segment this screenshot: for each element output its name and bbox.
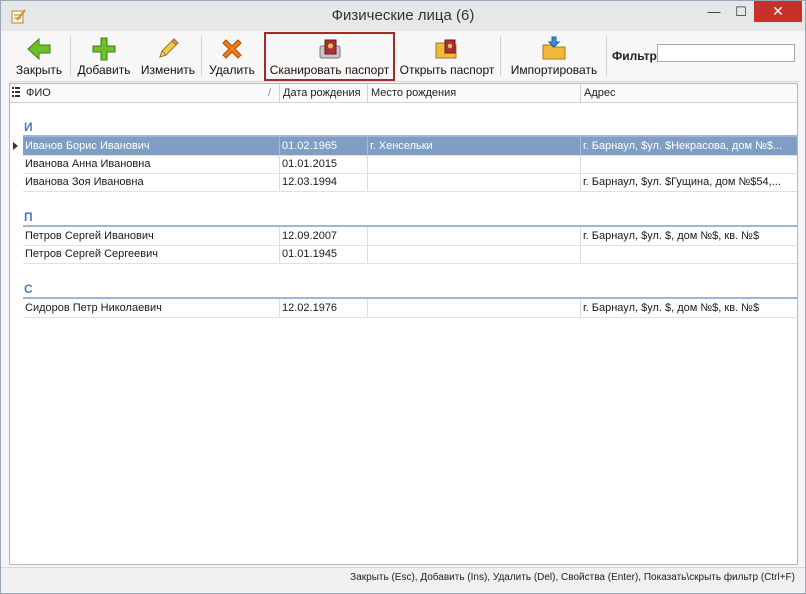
cell-birth-date[interactable]: 01.01.2015	[280, 155, 368, 173]
current-row-indicator-icon	[13, 142, 18, 150]
folder-passport-icon	[435, 39, 457, 59]
toolbar-separator	[500, 36, 501, 76]
title-bar: Физические лица (6) — ☐ ✕	[1, 1, 805, 31]
add-button[interactable]: Добавить	[73, 32, 135, 80]
cell-address[interactable]	[581, 155, 797, 173]
table-row[interactable]: Иванова Анна Ивановна 01.01.2015	[23, 155, 797, 174]
edit-button[interactable]: Изменить	[137, 32, 199, 80]
import-button-label: Импортировать	[510, 63, 598, 77]
column-header-birth-place[interactable]: Место рождения	[368, 84, 581, 102]
sort-indicator-icon: /	[267, 87, 271, 99]
close-button-label: Закрыть	[15, 63, 63, 77]
cell-address[interactable]: г. Барнаул, $ул. $, дом №$, кв. №$	[581, 227, 797, 245]
table-row[interactable]: Петров Сергей Иванович 12.09.2007 г. Барна…	[23, 227, 797, 246]
plus-icon	[92, 37, 116, 61]
folder-import-icon	[542, 36, 566, 60]
cell-birth-place[interactable]	[368, 227, 581, 245]
column-header-birth-date[interactable]: Дата рождения	[280, 84, 368, 102]
cell-name[interactable]: Иванова Анна Ивановна	[23, 155, 280, 173]
delete-button-label: Удалить	[209, 63, 255, 77]
group-header[interactable]: С	[24, 282, 33, 296]
cell-name[interactable]: Иванова Зоя Ивановна	[23, 173, 280, 191]
import-button[interactable]: Импортировать	[505, 32, 603, 80]
toolbar-separator	[201, 36, 202, 76]
status-bar: Закрыть (Esc), Добавить (Ins), Удалить (…	[1, 567, 805, 592]
main-window: Физические лица (6) — ☐ ✕ Закрыть Добави…	[0, 0, 806, 594]
cell-address[interactable]: г. Барнаул, $ул. $, дом №$, кв. №$	[581, 299, 797, 317]
cell-birth-place[interactable]	[368, 173, 581, 191]
table-row[interactable]: Сидоров Петр Николаевич 12.02.1976 г. Барн…	[23, 299, 797, 318]
column-chooser-icon[interactable]	[12, 87, 20, 98]
group-header[interactable]: И	[24, 120, 33, 134]
cell-birth-date[interactable]: 12.03.1994	[280, 173, 368, 191]
scan-passport-label: Сканировать паспорт	[269, 63, 390, 77]
add-button-label: Добавить	[77, 63, 131, 77]
shortcut-hints: Закрыть (Esc), Добавить (Ins), Удалить (…	[350, 572, 795, 583]
cell-name[interactable]: Сидоров Петр Николаевич	[23, 299, 280, 317]
scan-passport-button[interactable]: Сканировать паспорт	[264, 32, 395, 81]
table-row[interactable]: Иванова Зоя Ивановна 12.03.1994 г. Барнаул…	[23, 173, 797, 192]
cell-address[interactable]: г. Барнаул, $ул. $Некрасова, дом №$...	[581, 137, 797, 155]
close-window-button[interactable]: ✕	[754, 1, 802, 22]
cell-name[interactable]: Иванов Борис Иванович	[23, 137, 280, 155]
open-passport-button[interactable]: Открыть паспорт	[397, 32, 497, 80]
pencil-icon	[159, 38, 179, 58]
cell-name[interactable]: Петров Сергей Иванович	[23, 227, 280, 245]
cell-birth-place[interactable]: г. Хенсельки	[368, 137, 581, 155]
column-header-name[interactable]: ФИО /	[23, 84, 280, 102]
cell-birth-place[interactable]	[368, 155, 581, 173]
open-passport-label: Открыть паспорт	[399, 63, 495, 77]
cell-name[interactable]: Петров Сергей Сергеевич	[23, 245, 280, 263]
cell-address[interactable]: г. Барнаул, $ул. $Гущина, дом №$54,...	[581, 173, 797, 191]
group-header[interactable]: П	[24, 210, 33, 224]
persons-grid[interactable]: ФИО / Дата рождения Место рождения Адрес…	[9, 83, 798, 565]
scanner-passport-icon	[319, 39, 340, 59]
filter-label: Фильтр:	[612, 49, 661, 63]
close-button[interactable]: Закрыть	[11, 32, 67, 80]
cell-birth-date[interactable]: 01.01.1945	[280, 245, 368, 263]
edit-button-label: Изменить	[140, 63, 196, 77]
column-header-address[interactable]: Адрес	[581, 84, 797, 102]
minimize-button[interactable]: —	[700, 1, 728, 22]
cell-birth-date[interactable]: 12.09.2007	[280, 227, 368, 245]
window-title: Физические лица (6)	[331, 7, 475, 24]
maximize-button[interactable]: ☐	[728, 1, 754, 22]
cell-address[interactable]	[581, 245, 797, 263]
grid-header: ФИО / Дата рождения Место рождения Адрес	[10, 84, 797, 103]
cell-birth-date[interactable]: 01.02.1965	[280, 137, 368, 155]
cell-birth-place[interactable]	[368, 245, 581, 263]
delete-button[interactable]: Удалить	[205, 32, 259, 80]
column-header-name-label: ФИО	[26, 87, 51, 99]
cell-birth-date[interactable]: 12.02.1976	[280, 299, 368, 317]
table-row[interactable]: Петров Сергей Сергеевич 01.01.1945	[23, 245, 797, 264]
toolbar-separator	[606, 36, 607, 76]
toolbar-separator	[70, 36, 71, 76]
toolbar: Закрыть Добавить Изменить Удалить Сканир…	[9, 31, 799, 82]
filter-input[interactable]	[657, 44, 795, 62]
table-row[interactable]: Иванов Борис Иванович 01.02.1965 г. Хенсел…	[23, 137, 797, 156]
arrow-left-icon	[27, 37, 51, 61]
cell-birth-place[interactable]	[368, 299, 581, 317]
delete-x-icon	[222, 39, 242, 59]
